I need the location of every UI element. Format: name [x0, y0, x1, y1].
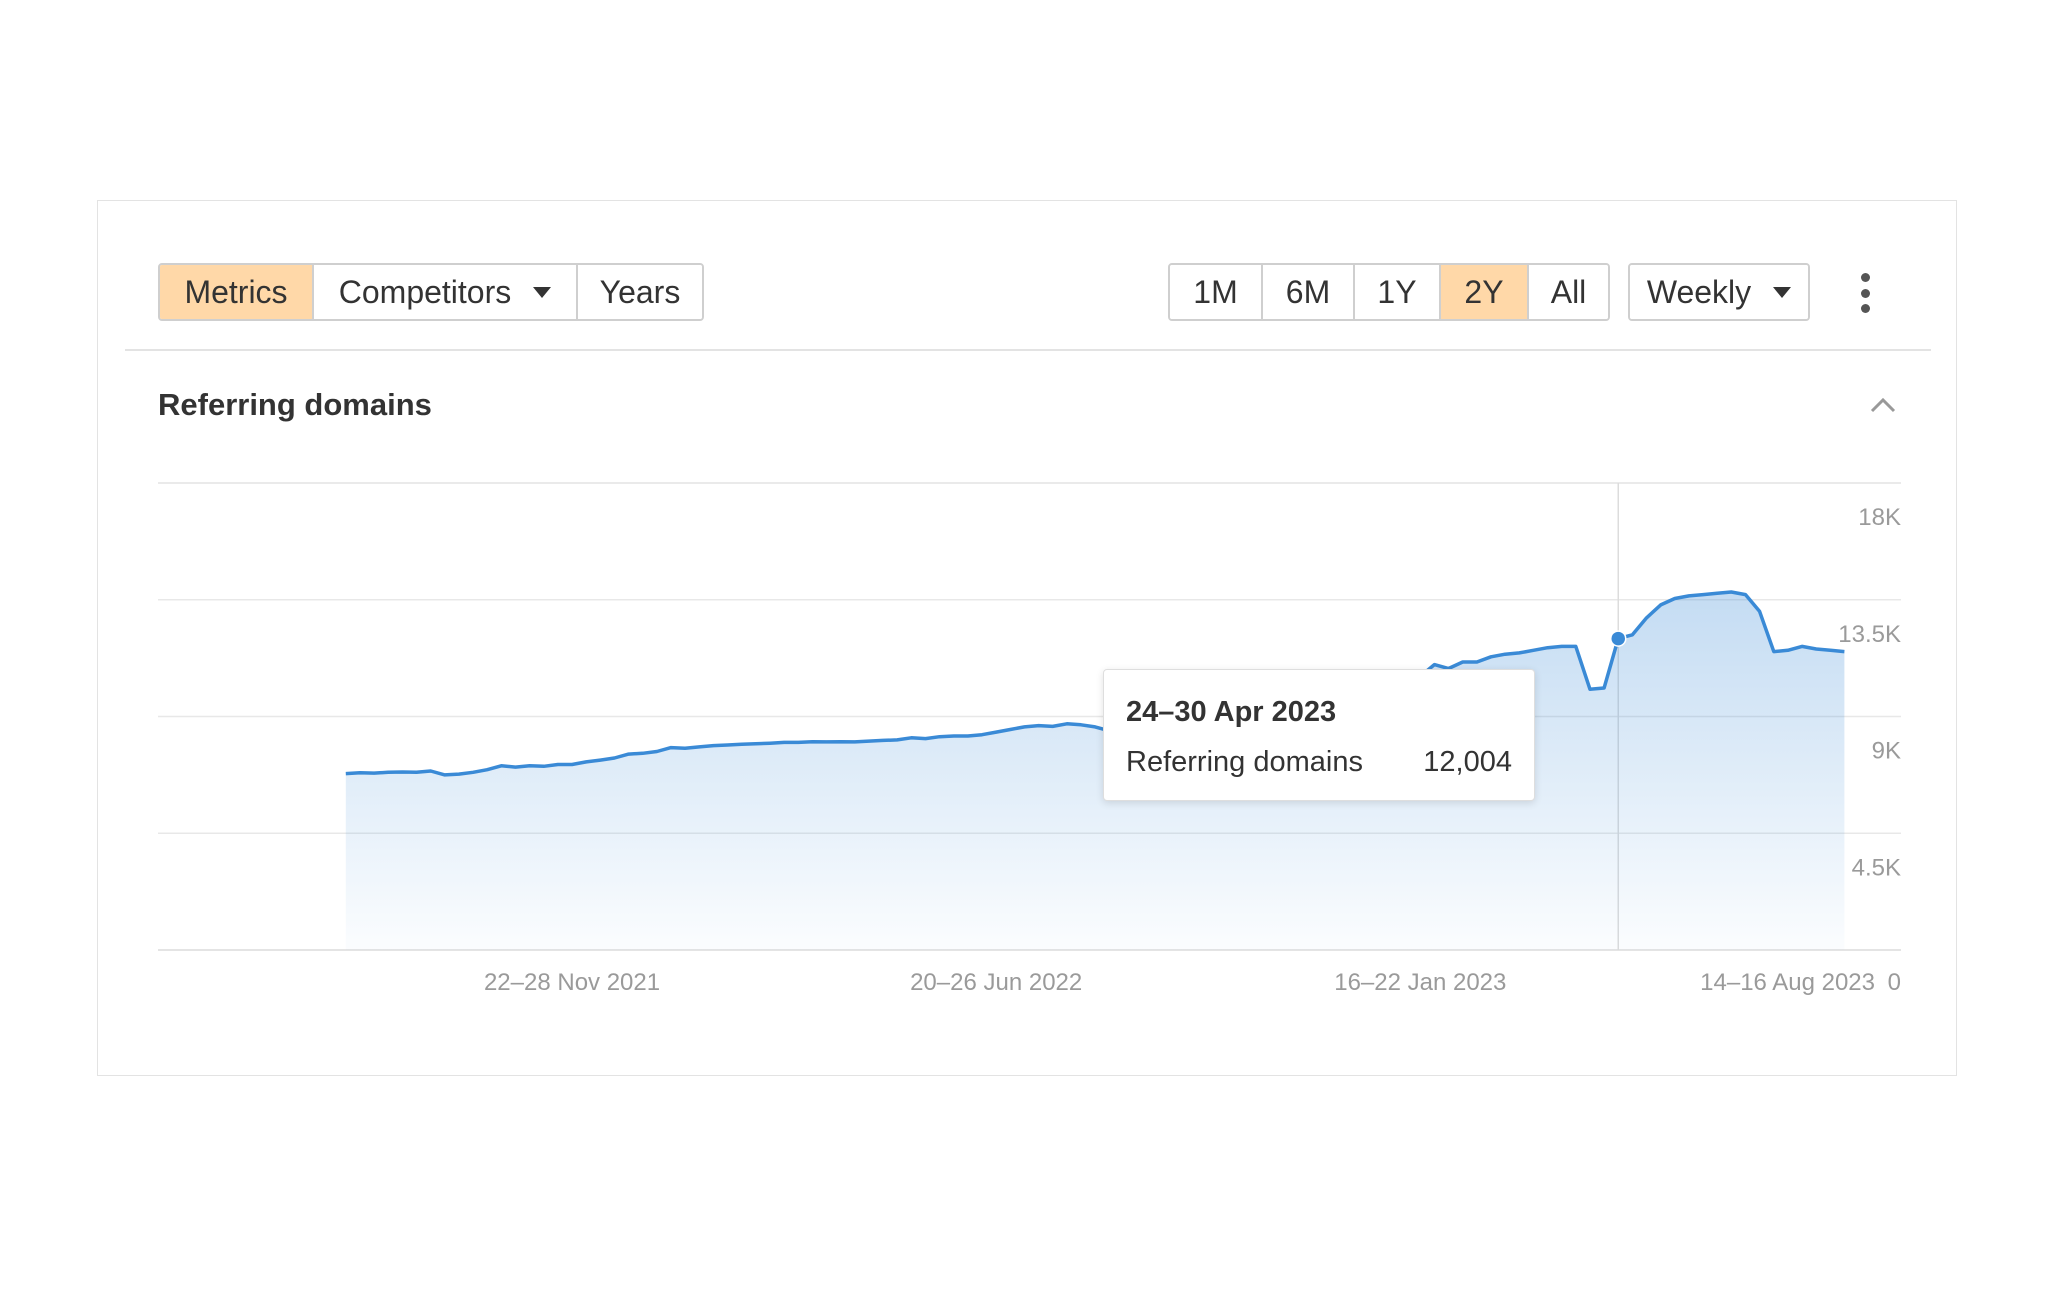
frequency-select[interactable]: Weekly [1630, 265, 1808, 319]
section-title: Referring domains [158, 387, 432, 422]
tab-competitors-label: Competitors [338, 273, 512, 310]
view-tabs: Metrics Competitors Years [158, 263, 704, 321]
tab-metrics-label: Metrics [184, 273, 288, 310]
range-1y-label: 1Y [1377, 273, 1417, 310]
time-range-selector: 1M 6M 1Y 2Y All [1168, 263, 1610, 321]
frequency-label: Weekly [1646, 273, 1752, 310]
tab-years[interactable]: Years [578, 265, 702, 319]
x-tick-label: 16–22 Jan 2023 [1334, 969, 1506, 996]
x-tick-label: 14–16 Aug 2023 [1700, 969, 1875, 996]
toolbar-divider [125, 349, 1931, 351]
x-tick-label: 22–28 Nov 2021 [484, 969, 660, 996]
y-tick-label: 9K [1872, 738, 1901, 765]
tooltip-date: 24–30 Apr 2023 [1126, 696, 1337, 728]
range-2y-label: 2Y [1464, 273, 1504, 310]
caret-down-icon [1773, 286, 1792, 298]
chevron-up-icon[interactable] [1868, 391, 1898, 421]
tooltip-label: Referring domains [1126, 746, 1363, 778]
range-6m-button[interactable]: 6M [1263, 265, 1355, 319]
kebab-menu-icon[interactable] [1855, 273, 1875, 313]
tab-competitors[interactable]: Competitors [314, 265, 578, 319]
tooltip-value: 12,004 [1423, 746, 1512, 778]
x-tick-label: 20–26 Jun 2022 [910, 969, 1082, 996]
referring-domains-chart: 0 4.5K 9K 13.5K 18K 22–28 Nov 2021 20–26 Jun 2… [158, 482, 1901, 996]
tab-metrics[interactable]: Metrics [160, 265, 314, 319]
y-tick-label: 4.5K [1852, 854, 1901, 881]
range-2y-button[interactable]: 2Y [1441, 265, 1529, 319]
chart-tooltip: 24–30 Apr 2023 Referring domains 12,004 [1103, 669, 1535, 801]
y-tick-label: 18K [1858, 504, 1901, 531]
range-all-label: All [1550, 273, 1587, 310]
range-1m-button[interactable]: 1M [1170, 265, 1263, 319]
range-1y-button[interactable]: 1Y [1355, 265, 1441, 319]
caret-down-icon [533, 286, 552, 298]
tab-years-label: Years [599, 273, 681, 310]
range-all-button[interactable]: All [1529, 265, 1608, 319]
range-1m-label: 1M [1193, 273, 1238, 310]
chart-card: 0 4.5K 9K 13.5K 18K 22–28 Nov 2021 20–26 Jun 2… [97, 200, 1957, 1076]
range-6m-label: 6M [1285, 273, 1331, 310]
y-tick-label: 0 [1888, 969, 1901, 996]
frequency-dropdown[interactable]: Weekly [1628, 263, 1810, 321]
y-tick-label: 13.5K [1838, 621, 1901, 648]
highlight-point [1609, 630, 1627, 647]
